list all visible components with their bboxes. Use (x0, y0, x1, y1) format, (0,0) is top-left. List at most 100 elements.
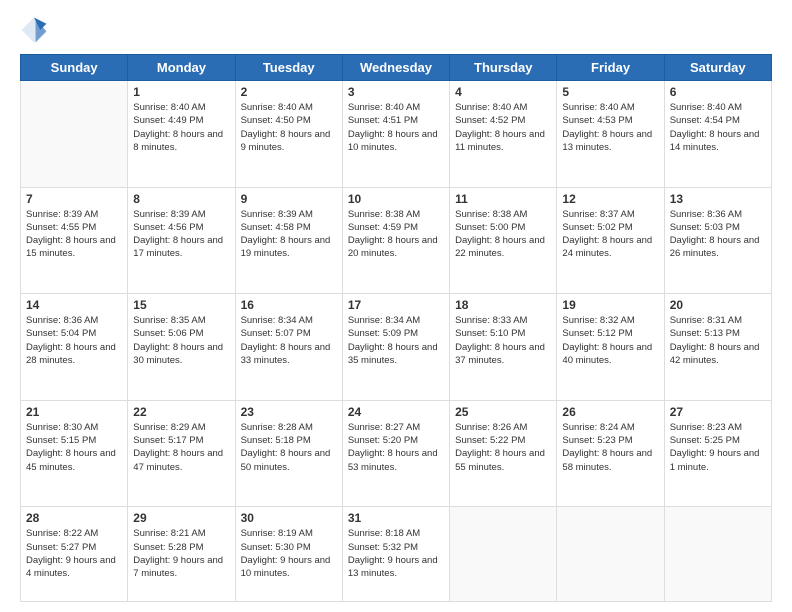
day-number: 14 (26, 298, 122, 312)
day-number: 8 (133, 192, 229, 206)
calendar-cell: 30Sunrise: 8:19 AMSunset: 5:30 PMDayligh… (235, 507, 342, 602)
calendar-cell: 8Sunrise: 8:39 AMSunset: 4:56 PMDaylight… (128, 187, 235, 294)
logo (20, 16, 50, 44)
day-number: 16 (241, 298, 337, 312)
day-info: Sunrise: 8:40 AMSunset: 4:53 PMDaylight:… (562, 101, 658, 154)
day-info: Sunrise: 8:38 AMSunset: 5:00 PMDaylight:… (455, 208, 551, 261)
day-number: 15 (133, 298, 229, 312)
day-info: Sunrise: 8:35 AMSunset: 5:06 PMDaylight:… (133, 314, 229, 367)
calendar-cell: 2Sunrise: 8:40 AMSunset: 4:50 PMDaylight… (235, 81, 342, 188)
calendar-week-1: 1 Sunrise: 8:40 AMSunset: 4:49 PMDaylight… (21, 81, 772, 188)
day-number: 1 (133, 85, 229, 99)
calendar-cell: 18Sunrise: 8:33 AMSunset: 5:10 PMDayligh… (450, 294, 557, 401)
day-number: 6 (670, 85, 766, 99)
calendar-cell: 19 Sunrise: 8:32 AMSunset: 5:12 PMDayligh… (557, 294, 664, 401)
day-info: Sunrise: 8:40 AMSunset: 4:51 PMDaylight:… (348, 101, 444, 154)
day-number: 24 (348, 405, 444, 419)
calendar-table: SundayMondayTuesdayWednesdayThursdayFrid… (20, 54, 772, 602)
calendar-week-3: 14 Sunrise: 8:36 AMSunset: 5:04 PMDayligh… (21, 294, 772, 401)
day-info: Sunrise: 8:36 AMSunset: 5:03 PMDaylight:… (670, 208, 766, 261)
day-number: 21 (26, 405, 122, 419)
day-info: Sunrise: 8:40 AMSunset: 4:49 PMDaylight:… (133, 101, 229, 154)
calendar-header-row: SundayMondayTuesdayWednesdayThursdayFrid… (21, 55, 772, 81)
day-number: 9 (241, 192, 337, 206)
page: SundayMondayTuesdayWednesdayThursdayFrid… (0, 0, 792, 612)
calendar-cell: 24 Sunrise: 8:27 AMSunset: 5:20 PMDayligh… (342, 400, 449, 507)
day-info: Sunrise: 8:38 AMSunset: 4:59 PMDaylight:… (348, 208, 444, 261)
calendar-cell: 26Sunrise: 8:24 AMSunset: 5:23 PMDayligh… (557, 400, 664, 507)
calendar-cell: 4 Sunrise: 8:40 AMSunset: 4:52 PMDaylight… (450, 81, 557, 188)
day-info: Sunrise: 8:28 AMSunset: 5:18 PMDaylight:… (241, 421, 337, 474)
calendar-cell: 3 Sunrise: 8:40 AMSunset: 4:51 PMDaylight… (342, 81, 449, 188)
calendar-cell: 11 Sunrise: 8:38 AMSunset: 5:00 PMDayligh… (450, 187, 557, 294)
day-number: 7 (26, 192, 122, 206)
calendar-week-2: 7 Sunrise: 8:39 AMSunset: 4:55 PMDaylight… (21, 187, 772, 294)
calendar-cell: 13 Sunrise: 8:36 AMSunset: 5:03 PMDayligh… (664, 187, 771, 294)
calendar-cell: 23 Sunrise: 8:28 AMSunset: 5:18 PMDayligh… (235, 400, 342, 507)
logo-icon (20, 16, 48, 44)
calendar-week-5: 28 Sunrise: 8:22 AMSunset: 5:27 PMDayligh… (21, 507, 772, 602)
day-info: Sunrise: 8:26 AMSunset: 5:22 PMDaylight:… (455, 421, 551, 474)
day-info: Sunrise: 8:40 AMSunset: 4:54 PMDaylight:… (670, 101, 766, 154)
calendar-cell (21, 81, 128, 188)
day-header-monday: Monday (128, 55, 235, 81)
calendar-cell: 27 Sunrise: 8:23 AMSunset: 5:25 PMDayligh… (664, 400, 771, 507)
calendar-cell: 28 Sunrise: 8:22 AMSunset: 5:27 PMDayligh… (21, 507, 128, 602)
day-number: 5 (562, 85, 658, 99)
day-info: Sunrise: 8:19 AMSunset: 5:30 PMDaylight:… (241, 527, 337, 580)
day-number: 25 (455, 405, 551, 419)
day-info: Sunrise: 8:40 AMSunset: 4:50 PMDaylight:… (241, 101, 337, 154)
day-header-saturday: Saturday (664, 55, 771, 81)
day-info: Sunrise: 8:39 AMSunset: 4:55 PMDaylight:… (26, 208, 122, 261)
calendar-cell (557, 507, 664, 602)
calendar-cell: 29Sunrise: 8:21 AMSunset: 5:28 PMDayligh… (128, 507, 235, 602)
day-info: Sunrise: 8:22 AMSunset: 5:27 PMDaylight:… (26, 527, 122, 580)
calendar-cell: 31 Sunrise: 8:18 AMSunset: 5:32 PMDayligh… (342, 507, 449, 602)
calendar-cell (664, 507, 771, 602)
day-info: Sunrise: 8:37 AMSunset: 5:02 PMDaylight:… (562, 208, 658, 261)
day-number: 11 (455, 192, 551, 206)
day-info: Sunrise: 8:39 AMSunset: 4:58 PMDaylight:… (241, 208, 337, 261)
day-header-thursday: Thursday (450, 55, 557, 81)
calendar-cell: 10 Sunrise: 8:38 AMSunset: 4:59 PMDayligh… (342, 187, 449, 294)
day-number: 3 (348, 85, 444, 99)
day-info: Sunrise: 8:40 AMSunset: 4:52 PMDaylight:… (455, 101, 551, 154)
day-info: Sunrise: 8:18 AMSunset: 5:32 PMDaylight:… (348, 527, 444, 580)
day-info: Sunrise: 8:23 AMSunset: 5:25 PMDaylight:… (670, 421, 766, 474)
day-number: 31 (348, 511, 444, 525)
day-header-wednesday: Wednesday (342, 55, 449, 81)
day-number: 4 (455, 85, 551, 99)
calendar-cell: 20 Sunrise: 8:31 AMSunset: 5:13 PMDayligh… (664, 294, 771, 401)
day-number: 10 (348, 192, 444, 206)
day-number: 23 (241, 405, 337, 419)
calendar-cell: 6 Sunrise: 8:40 AMSunset: 4:54 PMDaylight… (664, 81, 771, 188)
day-number: 26 (562, 405, 658, 419)
calendar-cell: 1 Sunrise: 8:40 AMSunset: 4:49 PMDaylight… (128, 81, 235, 188)
day-number: 12 (562, 192, 658, 206)
day-number: 22 (133, 405, 229, 419)
day-number: 18 (455, 298, 551, 312)
day-number: 19 (562, 298, 658, 312)
calendar-cell (450, 507, 557, 602)
day-info: Sunrise: 8:36 AMSunset: 5:04 PMDaylight:… (26, 314, 122, 367)
day-number: 20 (670, 298, 766, 312)
calendar-cell: 15 Sunrise: 8:35 AMSunset: 5:06 PMDayligh… (128, 294, 235, 401)
day-number: 28 (26, 511, 122, 525)
calendar-cell: 9 Sunrise: 8:39 AMSunset: 4:58 PMDaylight… (235, 187, 342, 294)
day-info: Sunrise: 8:29 AMSunset: 5:17 PMDaylight:… (133, 421, 229, 474)
day-number: 13 (670, 192, 766, 206)
calendar-cell: 22 Sunrise: 8:29 AMSunset: 5:17 PMDayligh… (128, 400, 235, 507)
day-number: 27 (670, 405, 766, 419)
calendar-week-4: 21Sunrise: 8:30 AMSunset: 5:15 PMDayligh… (21, 400, 772, 507)
day-info: Sunrise: 8:34 AMSunset: 5:09 PMDaylight:… (348, 314, 444, 367)
calendar-cell: 16 Sunrise: 8:34 AMSunset: 5:07 PMDayligh… (235, 294, 342, 401)
day-header-friday: Friday (557, 55, 664, 81)
day-info: Sunrise: 8:34 AMSunset: 5:07 PMDaylight:… (241, 314, 337, 367)
header (20, 16, 772, 44)
day-number: 17 (348, 298, 444, 312)
day-info: Sunrise: 8:27 AMSunset: 5:20 PMDaylight:… (348, 421, 444, 474)
day-info: Sunrise: 8:32 AMSunset: 5:12 PMDaylight:… (562, 314, 658, 367)
day-info: Sunrise: 8:21 AMSunset: 5:28 PMDaylight:… (133, 527, 229, 580)
calendar-cell: 5 Sunrise: 8:40 AMSunset: 4:53 PMDaylight… (557, 81, 664, 188)
day-info: Sunrise: 8:31 AMSunset: 5:13 PMDaylight:… (670, 314, 766, 367)
